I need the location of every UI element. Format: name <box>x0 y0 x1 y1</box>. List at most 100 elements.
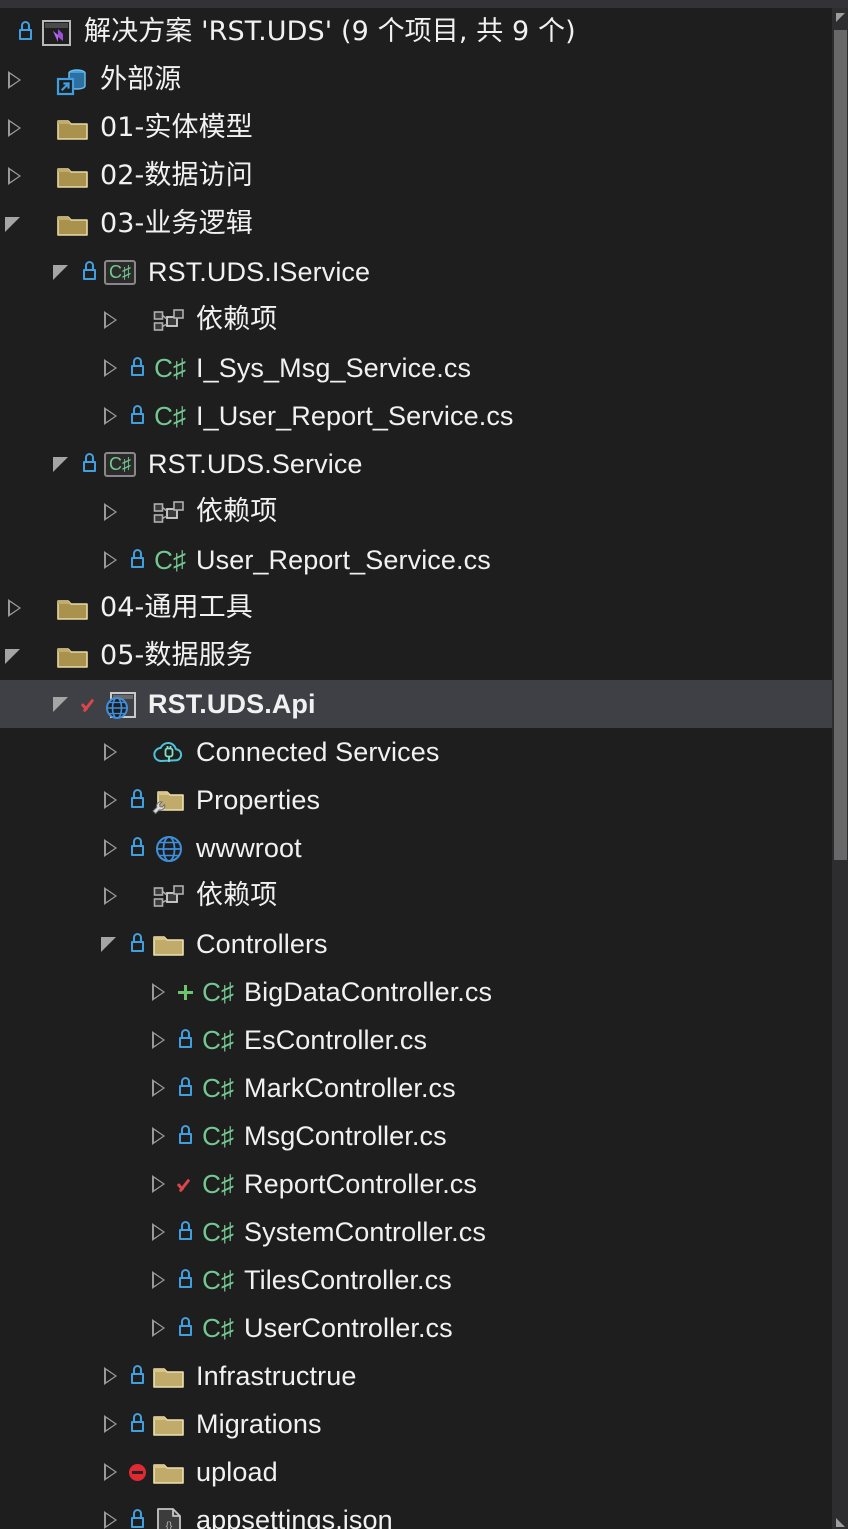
tree-row[interactable]: Migrations <box>0 1400 832 1448</box>
tree-row[interactable]: C♯ RST.UDS.Service <box>0 440 832 488</box>
expander-expanded-icon[interactable] <box>0 200 30 248</box>
svg-text:{}: {} <box>166 1521 173 1529</box>
expander-collapsed-icon[interactable] <box>144 1112 174 1160</box>
scroll-up-arrow-icon[interactable] <box>832 8 848 24</box>
expander-collapsed-icon[interactable] <box>96 296 126 344</box>
panel-top-divider <box>0 0 848 8</box>
tree-row[interactable]: Properties <box>0 776 832 824</box>
tree-row[interactable]: wwwroot <box>0 824 832 872</box>
lock-badge-icon <box>126 824 150 872</box>
scroll-down-arrow-icon[interactable] <box>832 1513 848 1529</box>
tree-row-label: wwwroot <box>196 833 302 863</box>
tree-row[interactable]: {} appsettings.json <box>0 1496 832 1529</box>
expander-expanded-icon[interactable] <box>48 248 78 296</box>
expander-collapsed-icon[interactable] <box>0 152 30 200</box>
expander-collapsed-icon[interactable] <box>96 1352 126 1400</box>
expander-collapsed-icon[interactable] <box>0 56 30 104</box>
tree-row[interactable]: 01-实体模型 <box>0 104 832 152</box>
checkedout-badge-icon <box>174 1160 198 1208</box>
tree-row[interactable]: C♯ TilesController.cs <box>0 1256 832 1304</box>
tree-row[interactable]: 解决方案 'RST.UDS' (9 个项目, 共 9 个) <box>0 8 832 56</box>
expander-collapsed-icon[interactable] <box>144 1208 174 1256</box>
tree-row[interactable]: C♯ ReportController.cs <box>0 1160 832 1208</box>
csharp-file-icon: C♯ <box>154 545 186 575</box>
tree-row[interactable]: 02-数据访问 <box>0 152 832 200</box>
expander-collapsed-icon[interactable] <box>96 1400 126 1448</box>
tree-row[interactable]: C♯ RST.UDS.IService <box>0 248 832 296</box>
tree-row[interactable]: C♯ EsController.cs <box>0 1016 832 1064</box>
tree-row[interactable]: 04-通用工具 <box>0 584 832 632</box>
expander-collapsed-icon[interactable] <box>0 584 30 632</box>
tree-row[interactable]: C♯ I_User_Report_Service.cs <box>0 392 832 440</box>
expander-expanded-icon[interactable] <box>48 440 78 488</box>
expander-collapsed-icon[interactable] <box>96 1448 126 1496</box>
web-project-icon <box>102 680 142 728</box>
csharp-file-icon: C♯ <box>202 1169 234 1199</box>
tree-row[interactable]: C♯ MsgController.cs <box>0 1112 832 1160</box>
no-badge-spacer <box>30 152 54 200</box>
json-file-icon: {} <box>150 1496 190 1529</box>
tree-row-label: upload <box>196 1457 278 1487</box>
expander-collapsed-icon[interactable] <box>96 1496 126 1529</box>
expander-collapsed-icon[interactable] <box>144 1064 174 1112</box>
expander-collapsed-icon[interactable] <box>144 1160 174 1208</box>
expander-collapsed-icon[interactable] <box>144 1256 174 1304</box>
folder-icon <box>150 920 190 968</box>
lock-badge-icon <box>174 1016 198 1064</box>
tree-row-label: 03-业务逻辑 <box>100 208 253 239</box>
expander-collapsed-icon[interactable] <box>96 392 126 440</box>
expander-expanded-icon[interactable] <box>0 632 30 680</box>
tree-row[interactable]: 依赖项 <box>0 488 832 536</box>
tree-row-label: 解决方案 'RST.UDS' (9 个项目, 共 9 个) <box>84 16 576 47</box>
tree-row[interactable]: 05-数据服务 <box>0 632 832 680</box>
tree-row[interactable]: C♯ BigDataController.cs <box>0 968 832 1016</box>
expander-collapsed-icon[interactable] <box>96 728 126 776</box>
tree-row[interactable]: 03-业务逻辑 <box>0 200 832 248</box>
expander-collapsed-icon[interactable] <box>0 104 30 152</box>
scrollbar-thumb[interactable] <box>834 30 847 860</box>
tree-row[interactable]: C♯ SystemController.cs <box>0 1208 832 1256</box>
tree-row-label: MarkController.cs <box>244 1073 456 1103</box>
solution-folder-icon <box>54 632 94 680</box>
solution-tree[interactable]: 解决方案 'RST.UDS' (9 个项目, 共 9 个) 外部源 01-实体模型 0… <box>0 8 832 1529</box>
expander-collapsed-icon[interactable] <box>96 872 126 920</box>
expander-collapsed-icon[interactable] <box>96 488 126 536</box>
expander-collapsed-icon[interactable] <box>96 344 126 392</box>
expander-expanded-icon[interactable] <box>48 680 78 728</box>
tree-row[interactable]: 依赖项 <box>0 296 832 344</box>
tree-row[interactable]: 依赖项 <box>0 872 832 920</box>
tree-row[interactable]: C♯ User_Report_Service.cs <box>0 536 832 584</box>
tree-row-label: RST.UDS.Service <box>148 449 363 479</box>
tree-row[interactable]: C♯ I_Sys_Msg_Service.cs <box>0 344 832 392</box>
tree-row[interactable]: C♯ MarkController.cs <box>0 1064 832 1112</box>
expander-collapsed-icon[interactable] <box>96 776 126 824</box>
expander-collapsed-icon[interactable] <box>96 824 126 872</box>
expander-collapsed-icon[interactable] <box>96 536 126 584</box>
vertical-scrollbar[interactable] <box>832 8 848 1529</box>
tree-row[interactable]: upload <box>0 1448 832 1496</box>
expander-collapsed-icon[interactable] <box>144 1016 174 1064</box>
expander-collapsed-icon[interactable] <box>144 1304 174 1352</box>
expander-collapsed-icon[interactable] <box>144 968 174 1016</box>
solution-folder-icon <box>54 200 94 248</box>
tree-row[interactable]: RST.UDS.Api <box>0 680 832 728</box>
tree-row-label: BigDataController.cs <box>244 977 493 1007</box>
tree-row[interactable]: Controllers <box>0 920 832 968</box>
tree-row[interactable]: 外部源 <box>0 56 832 104</box>
lock-badge-icon <box>126 392 150 440</box>
expander-expanded-icon[interactable] <box>96 920 126 968</box>
excluded-badge-icon <box>126 1448 150 1496</box>
tree-row[interactable]: Infrastructrue <box>0 1352 832 1400</box>
tree-row[interactable]: Connected Services <box>0 728 832 776</box>
tree-row[interactable]: C♯ UserController.cs <box>0 1304 832 1352</box>
